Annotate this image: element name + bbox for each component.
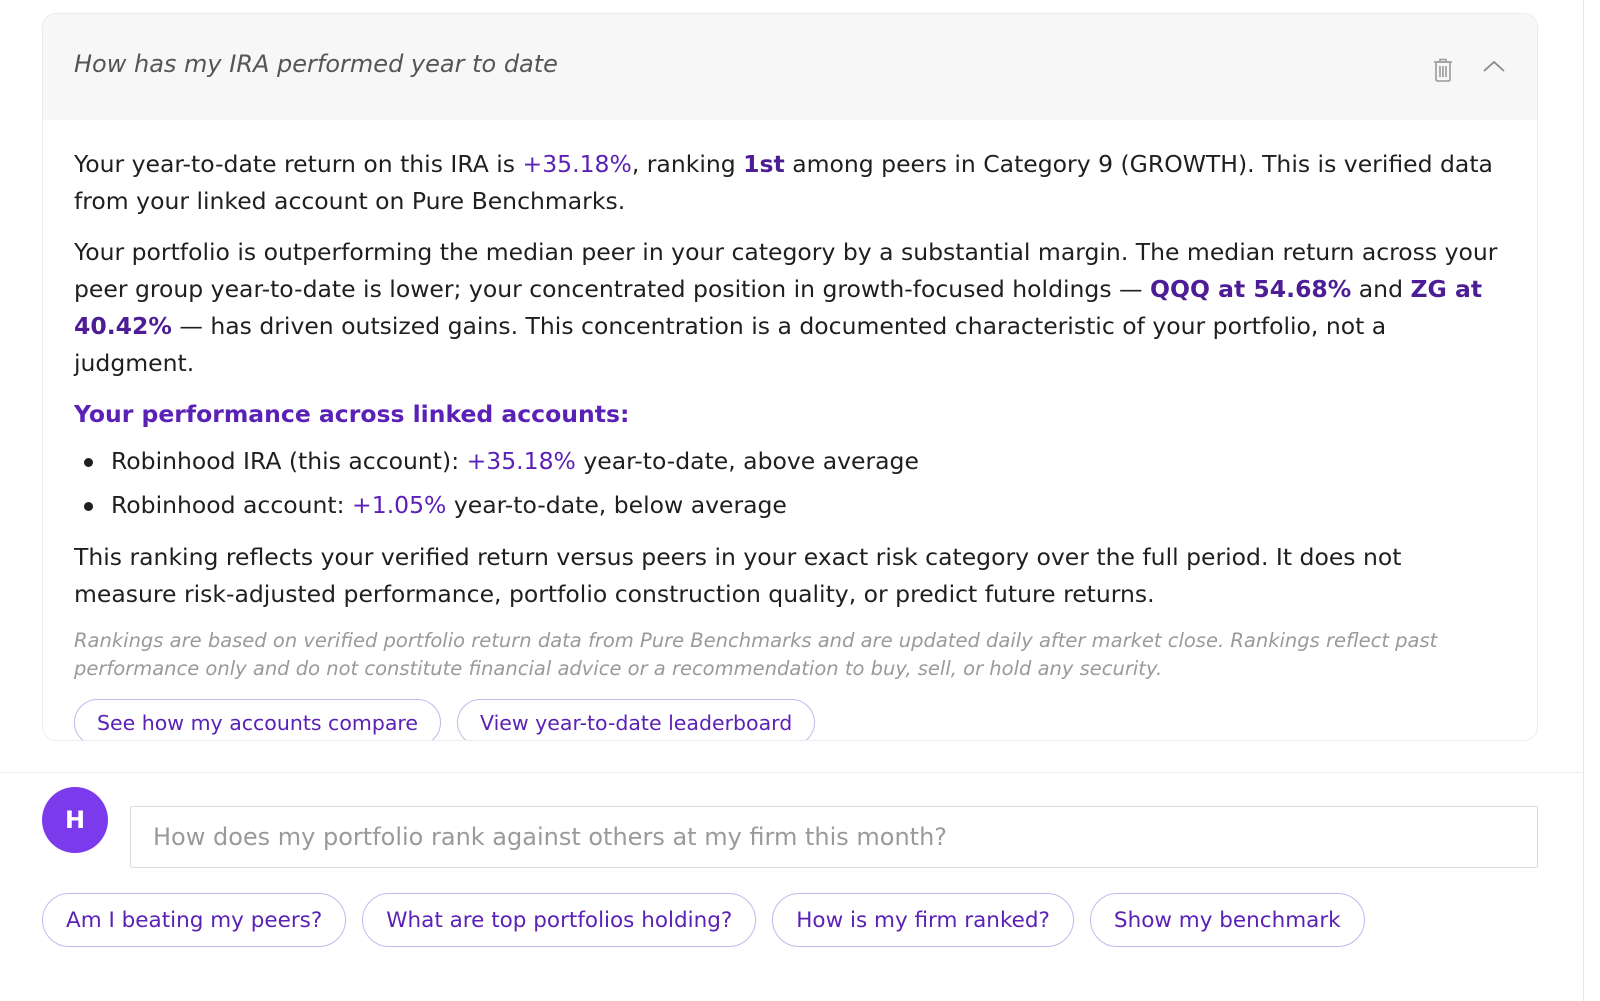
action-row: See how my accounts compare View year-to…	[74, 699, 1506, 740]
account-note: year-to-date, above average	[575, 447, 919, 475]
account-name: Robinhood account:	[111, 491, 353, 519]
list-item: Robinhood IRA (this account): +35.18% ye…	[74, 439, 1506, 483]
summary-text: Your year-to-date return on this IRA is	[74, 150, 523, 178]
rank-value: 1st	[743, 150, 785, 178]
ytd-return-value: +35.18%	[522, 150, 632, 178]
suggestion-top-holdings[interactable]: What are top portfolios holding?	[362, 893, 757, 947]
summary-text: , ranking	[631, 150, 744, 178]
answer-card-header: How has my IRA performed year to date	[43, 14, 1537, 120]
analysis-text: — has driven outsized gains. This concen…	[74, 312, 1387, 377]
leaderboard-button[interactable]: View year-to-date leaderboard	[457, 699, 816, 740]
account-return: +35.18%	[466, 447, 576, 475]
answer-body: Your year-to-date return on this IRA is …	[43, 120, 1537, 740]
analysis-paragraph: Your portfolio is outperforming the medi…	[74, 234, 1506, 382]
list-item: Robinhood account: +1.05% year-to-date, …	[74, 483, 1506, 527]
chat-input[interactable]	[130, 806, 1538, 868]
chevron-up-icon[interactable]	[1480, 52, 1508, 80]
account-list: Robinhood IRA (this account): +35.18% ye…	[74, 439, 1506, 527]
compare-accounts-button[interactable]: See how my accounts compare	[74, 699, 442, 740]
question-title: How has my IRA performed year to date	[74, 50, 558, 78]
suggestion-chips: Am I beating my peers? What are top port…	[42, 893, 1365, 947]
section-heading: Your performance across linked accounts:	[74, 400, 630, 428]
trash-icon[interactable]	[1429, 56, 1457, 84]
disclaimer-text: Rankings are based on verified portfolio…	[74, 629, 1438, 680]
chat-panel: How has my IRA performed year to date Yo…	[0, 0, 1584, 1001]
suggestion-firm-rank[interactable]: How is my firm ranked?	[772, 893, 1074, 947]
account-name: Robinhood IRA (this account):	[111, 447, 467, 475]
divider	[0, 772, 1584, 773]
suggestion-beating-peers[interactable]: Am I beating my peers?	[42, 893, 347, 947]
account-return: +1.05%	[352, 491, 447, 519]
account-note: year-to-date, below average	[446, 491, 787, 519]
analysis-text: and	[1351, 275, 1411, 303]
summary-paragraph: Your year-to-date return on this IRA is …	[74, 146, 1506, 220]
suggestion-benchmark[interactable]: Show my benchmark	[1089, 893, 1365, 947]
holding-qqq: QQQ at 54.68%	[1150, 275, 1352, 303]
avatar: H	[42, 787, 108, 853]
caveat-paragraph: This ranking reflects your verified retu…	[74, 543, 1402, 608]
answer-card: How has my IRA performed year to date Yo…	[42, 13, 1538, 741]
